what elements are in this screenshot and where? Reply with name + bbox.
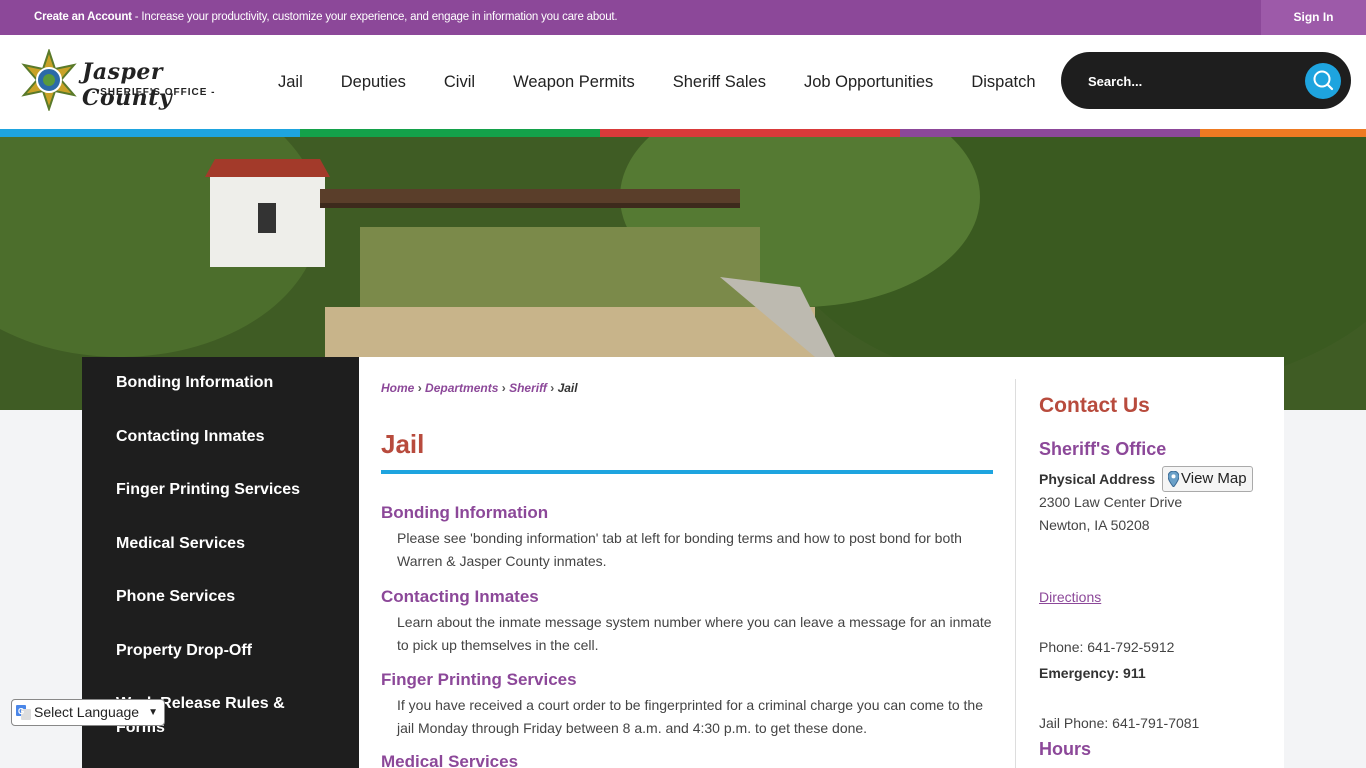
contact-office-name: Sheriff's Office	[1039, 439, 1167, 459]
page-title: Jail	[381, 429, 425, 459]
nav-jail[interactable]: Jail	[259, 73, 322, 92]
section-contacting-inmates: Contacting Inmates Learn about the inmat…	[381, 587, 993, 657]
site-logo[interactable]: Jasper County - SHERIFF'S OFFICE -	[20, 49, 230, 111]
search-button[interactable]	[1305, 63, 1341, 99]
view-map-button[interactable]: View Map	[1162, 466, 1253, 492]
emergency-number: Emergency: 911	[1039, 665, 1146, 681]
breadcrumb-departments[interactable]: Departments	[425, 381, 498, 395]
language-select[interactable]: G Select Language ▼	[11, 699, 165, 726]
sidebar-item-bonding-information[interactable]: Bonding Information	[116, 371, 316, 395]
search-input[interactable]	[1088, 70, 1288, 92]
google-translate-icon: G	[16, 705, 31, 720]
create-account-promo[interactable]: Create an Account - Increase your produc…	[34, 11, 618, 23]
contact-heading: Contact Us	[1039, 394, 1150, 417]
section-description: Learn about the inmate message system nu…	[397, 614, 992, 653]
create-account-link[interactable]: Create an Account	[34, 11, 132, 23]
breadcrumb: Home › Departments › Sheriff › Jail	[381, 381, 578, 395]
logo-title: Jasper County	[82, 59, 173, 111]
sidebar-item-contacting-inmates[interactable]: Contacting Inmates	[116, 425, 316, 449]
section-title-link[interactable]: Finger Printing Services	[381, 670, 993, 690]
directions-link[interactable]: Directions	[1039, 589, 1101, 605]
site-header: Jasper County - SHERIFF'S OFFICE - Jail …	[0, 35, 1366, 129]
title-underline	[381, 470, 993, 474]
section-finger-printing-services: Finger Printing Services If you have rec…	[381, 670, 993, 740]
search-bar	[1061, 52, 1351, 109]
section-title-link[interactable]: Contacting Inmates	[381, 587, 993, 607]
promo-text: - Increase your productivity, customize …	[131, 11, 618, 23]
breadcrumb-separator: ›	[417, 381, 422, 395]
address-street: 2300 Law Center Drive	[1039, 494, 1183, 510]
address-city: Newton, IA 50208	[1039, 517, 1150, 533]
logo-subtitle: - SHERIFF'S OFFICE -	[92, 87, 216, 98]
chevron-down-icon: ▼	[148, 707, 158, 718]
address-label: Physical Address	[1039, 471, 1156, 487]
section-medical-services: Medical Services	[381, 752, 993, 768]
phone-number: Phone: 641-792-5912	[1039, 639, 1175, 655]
nav-sheriff-sales[interactable]: Sheriff Sales	[654, 73, 785, 92]
sidebar-item-phone-services[interactable]: Phone Services	[116, 585, 316, 609]
breadcrumb-home[interactable]: Home	[381, 381, 414, 395]
main-content: Home › Departments › Sheriff › Jail Jail…	[359, 357, 1284, 768]
stripe-purple	[900, 129, 1200, 137]
section-title-link[interactable]: Medical Services	[381, 752, 993, 768]
top-bar: Create an Account - Increase your produc…	[0, 0, 1366, 35]
section-title-link[interactable]: Bonding Information	[381, 503, 993, 523]
section-bonding-information: Bonding Information Please see 'bonding …	[381, 503, 993, 573]
language-select-label: Select Language	[34, 704, 140, 720]
view-map-label: View Map	[1181, 470, 1247, 487]
color-stripe	[0, 129, 1366, 137]
stripe-green	[300, 129, 600, 137]
nav-weapon-permits[interactable]: Weapon Permits	[494, 73, 654, 92]
breadcrumb-current: Jail	[557, 381, 578, 395]
breadcrumb-separator: ›	[501, 381, 506, 395]
sheriff-star-icon	[21, 49, 77, 111]
section-description: Please see 'bonding information' tab at …	[397, 530, 962, 569]
sidebar-item-property-drop-off[interactable]: Property Drop-Off	[116, 639, 316, 663]
breadcrumb-separator: ›	[550, 381, 555, 395]
sign-in-button[interactable]: Sign In	[1261, 0, 1366, 35]
stripe-red	[600, 129, 900, 137]
map-pin-icon	[1168, 471, 1179, 487]
stripe-orange	[1200, 129, 1366, 137]
nav-civil[interactable]: Civil	[425, 73, 494, 92]
nav-deputies[interactable]: Deputies	[322, 73, 425, 92]
search-icon	[1313, 70, 1334, 91]
hours-heading: Hours	[1039, 739, 1092, 759]
nav-job-opportunities[interactable]: Job Opportunities	[785, 73, 952, 92]
content-divider	[1015, 379, 1016, 768]
section-description: If you have received a court order to be…	[397, 697, 983, 736]
jail-phone-number: Jail Phone: 641-791-7081	[1039, 715, 1200, 731]
main-nav: Jail Deputies Civil Weapon Permits Sheri…	[259, 35, 1055, 129]
stripe-blue	[0, 129, 300, 137]
sidebar-item-finger-printing-services[interactable]: Finger Printing Services	[116, 478, 316, 502]
sidebar-item-medical-services[interactable]: Medical Services	[116, 532, 316, 556]
breadcrumb-sheriff[interactable]: Sheriff	[509, 381, 547, 395]
nav-dispatch[interactable]: Dispatch	[952, 73, 1054, 92]
svg-text:G: G	[18, 707, 24, 716]
